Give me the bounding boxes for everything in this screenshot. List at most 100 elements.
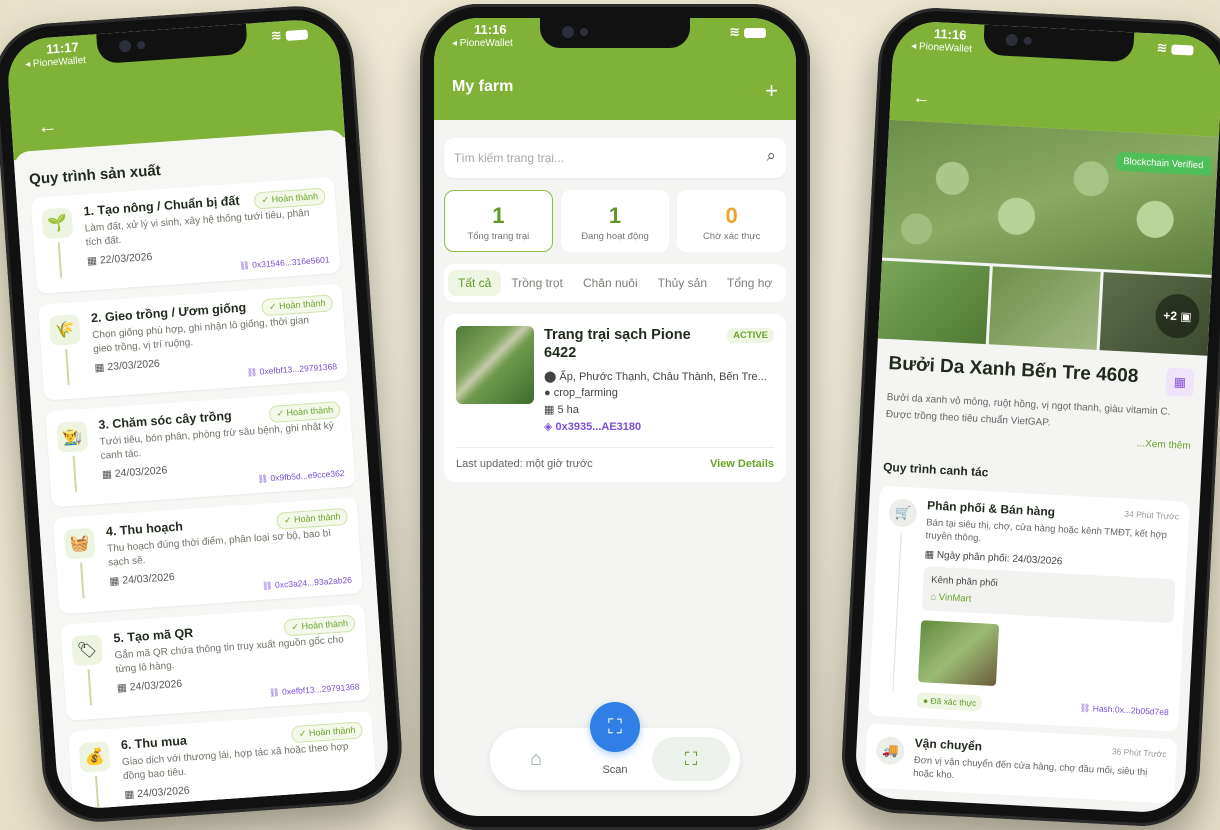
status-icons: ≋ — [1156, 40, 1194, 58]
truck-icon: 🚚 — [875, 735, 906, 765]
stat-label: Chờ xác thực — [702, 231, 761, 242]
step-icon: 🏷 — [71, 634, 104, 667]
blockchain-verified-badge: Blockchain Verified — [1114, 151, 1212, 176]
status-bar: 11:16 ◂ PioneWallet ≋ — [434, 18, 796, 58]
farm-photo — [456, 326, 534, 404]
process-step[interactable]: 🧺 4. Thu hoạch ✓ Hoàn thành Thu hoạch đúng … — [52, 497, 363, 615]
link-icon: ⛓ — [238, 259, 253, 271]
screen: 11:17 ◂ PioneWallet ≋ ← Quy trình sản xu… — [5, 17, 391, 811]
scan-icon: ⛶ — [608, 716, 622, 738]
battery-icon — [744, 27, 766, 38]
calendar-icon: ▦ — [123, 788, 138, 802]
bottom-nav: ⌂ ⛶ Scan ⛶ — [490, 702, 740, 790]
status-badge: ACTIVE — [727, 328, 774, 343]
farm-icon: ⛶ — [684, 749, 698, 769]
hash-link[interactable]: ⛓ Hash:0x...2b05d7e8 — [1079, 703, 1169, 719]
step-list: 🌱 1. Tạo nông / Chuẩn bị đất ✓ Hoàn thành L… — [30, 176, 378, 811]
stat-number: 1 — [492, 203, 505, 228]
calendar-icon: ▦ — [544, 404, 558, 417]
status-carrier: ◂ PioneWallet — [24, 54, 87, 71]
thumbnail[interactable]: +2 ▣ — [1099, 272, 1212, 356]
stat-active[interactable]: 1 Đang hoạt động — [560, 190, 670, 252]
step-icon: 🌱 — [41, 207, 74, 240]
tab-all[interactable]: Tất cả — [448, 270, 502, 296]
phone-production-process: 11:17 ◂ PioneWallet ≋ ← Quy trình sản xu… — [0, 2, 406, 826]
status-time: 11:16 — [474, 22, 507, 37]
stat-label: Tổng trang trại — [467, 231, 530, 242]
search-icon[interactable]: ⌕ — [766, 146, 776, 166]
add-farm-button[interactable]: + — [765, 78, 778, 104]
tab-crop[interactable]: Trồng trọt — [501, 270, 573, 296]
farm-type: ● crop_farming — [544, 387, 618, 400]
screen: 11:16 ◂ PioneWallet ≋ My farm + Tìm kiếm… — [434, 18, 796, 816]
calendar-icon: ▦ — [924, 548, 938, 561]
home-icon[interactable]: ⌂ — [530, 748, 542, 771]
tab-livestock[interactable]: Chăn nuôi — [573, 270, 648, 296]
process-panel: Quy trình sản xuất 🌱 1. Tạo nông / Chuẩn … — [13, 129, 391, 811]
back-arrow-icon[interactable]: ← — [912, 87, 931, 109]
process-step[interactable]: 🌱 1. Tạo nông / Chuẩn bị đất ✓ Hoàn thành L… — [30, 176, 341, 294]
status-time: 11:17 — [45, 39, 80, 57]
page-title: My farm — [452, 78, 514, 95]
status-carrier: ◂ PioneWallet — [452, 38, 513, 49]
link-icon: ⛓ — [1079, 702, 1093, 714]
product-name: Bưởi Da Xanh Bến Tre 4608 — [888, 353, 1139, 388]
link-icon: ⛓ — [246, 366, 261, 378]
farm-card[interactable]: Trang trại sạch Pione 6422 ACTIVE ⬤ Ấp, … — [444, 314, 786, 483]
last-updated: Last updated: một giờ trước — [456, 458, 593, 471]
phone-my-farm: 11:16 ◂ PioneWallet ≋ My farm + Tìm kiếm… — [420, 4, 810, 830]
stats-row: 1 Tổng trang trại 1 Đang hoạt động 0 Chờ… — [444, 190, 787, 252]
step-icon: 👨‍🌾 — [56, 420, 89, 453]
product-photo[interactable]: Blockchain Verified — [882, 119, 1219, 275]
channel-box: Kênh phân phối ⌂ VinMart — [921, 565, 1176, 623]
timeline-line — [892, 532, 902, 693]
qr-icon: ▦ — [1173, 374, 1187, 390]
step-icon: 💰 — [78, 741, 111, 774]
farm-nav-button[interactable]: ⛶ — [652, 737, 730, 781]
wifi-icon: ≋ — [729, 24, 740, 39]
farm-address: ⬤ Ấp, Phước Thạnh, Châu Thành, Bến Tre..… — [544, 371, 767, 384]
cart-icon: 🛒 — [888, 498, 918, 528]
stat-pending[interactable]: 0 Chờ xác thực — [677, 190, 787, 252]
farm-wallet[interactable]: ◈ 0x3935...AE3180 — [544, 420, 774, 433]
thumbnail[interactable] — [988, 266, 1101, 350]
verified-badge: ● Đã xác thực — [916, 691, 983, 712]
blockchain-icon: ◈ — [544, 421, 556, 434]
phone-product-detail: 11:16 ◂ PioneWallet ≋ ← Blockchain Verif… — [839, 5, 1220, 829]
calendar-icon: ▦ — [94, 361, 108, 375]
tab-mixed[interactable]: Tổng hợ — [717, 270, 782, 296]
qr-code-button[interactable]: ▦ — [1165, 367, 1195, 398]
search-input[interactable]: Tìm kiếm trang trại... ⌕ — [444, 138, 786, 178]
plant-icon: ● — [544, 387, 554, 400]
battery-icon — [285, 28, 309, 41]
scan-button[interactable]: ⛶ — [590, 702, 640, 752]
stat-total[interactable]: 1 Tổng trang trại — [444, 190, 553, 252]
tab-aquaculture[interactable]: Thủy sản — [648, 270, 717, 296]
back-arrow-icon[interactable]: ← — [37, 115, 59, 139]
process-step[interactable]: 👨‍🌾 3. Chăm sóc cây trồng ✓ Hoàn thành Tưới… — [45, 390, 356, 508]
view-details-link[interactable]: View Details — [710, 458, 774, 470]
status-icons: ≋ — [729, 24, 766, 40]
status-icons: ≋ — [270, 25, 309, 44]
process-card-distribution[interactable]: 🛒 Phân phối & Bán hàng 34 Phút Trước Bán… — [868, 485, 1190, 732]
process-step[interactable]: 🌾 2. Gieo trồng / Ươm giống ✓ Hoàn thành Ch… — [37, 283, 348, 401]
more-photos-button[interactable]: +2 ▣ — [1154, 292, 1201, 340]
process-card-shipping[interactable]: 🚚 Vận chuyển 36 Phút Trước Đơn vị vận ch… — [864, 723, 1178, 804]
thumbnail[interactable] — [877, 260, 990, 345]
stat-label: Đang hoạt động — [581, 231, 649, 242]
timeline-line — [87, 669, 93, 706]
timeline-line — [80, 562, 85, 599]
timeline-line — [65, 348, 70, 386]
process-step[interactable]: 💰 6. Thu mua ✓ Hoàn thành Giao dịch với thư… — [67, 710, 378, 811]
process-photo[interactable] — [917, 619, 1000, 686]
step-icon: 🧺 — [63, 527, 96, 560]
timeline-line — [57, 242, 63, 279]
link-icon: ⛓ — [268, 686, 283, 698]
calendar-icon: ▦ — [86, 254, 101, 268]
process-step[interactable]: 🏷 5. Tạo mã QR ✓ Hoàn thành Gắn mã QR chứa … — [60, 603, 371, 721]
link-icon: ⛓ — [256, 473, 271, 485]
product-info: Bưởi Da Xanh Bến Tre 4608 ▦ Bưởi da xanh… — [873, 338, 1208, 452]
search-placeholder: Tìm kiếm trang trại... — [454, 151, 565, 165]
calendar-icon: ▦ — [101, 467, 116, 481]
link-icon: ⛓ — [261, 580, 276, 591]
